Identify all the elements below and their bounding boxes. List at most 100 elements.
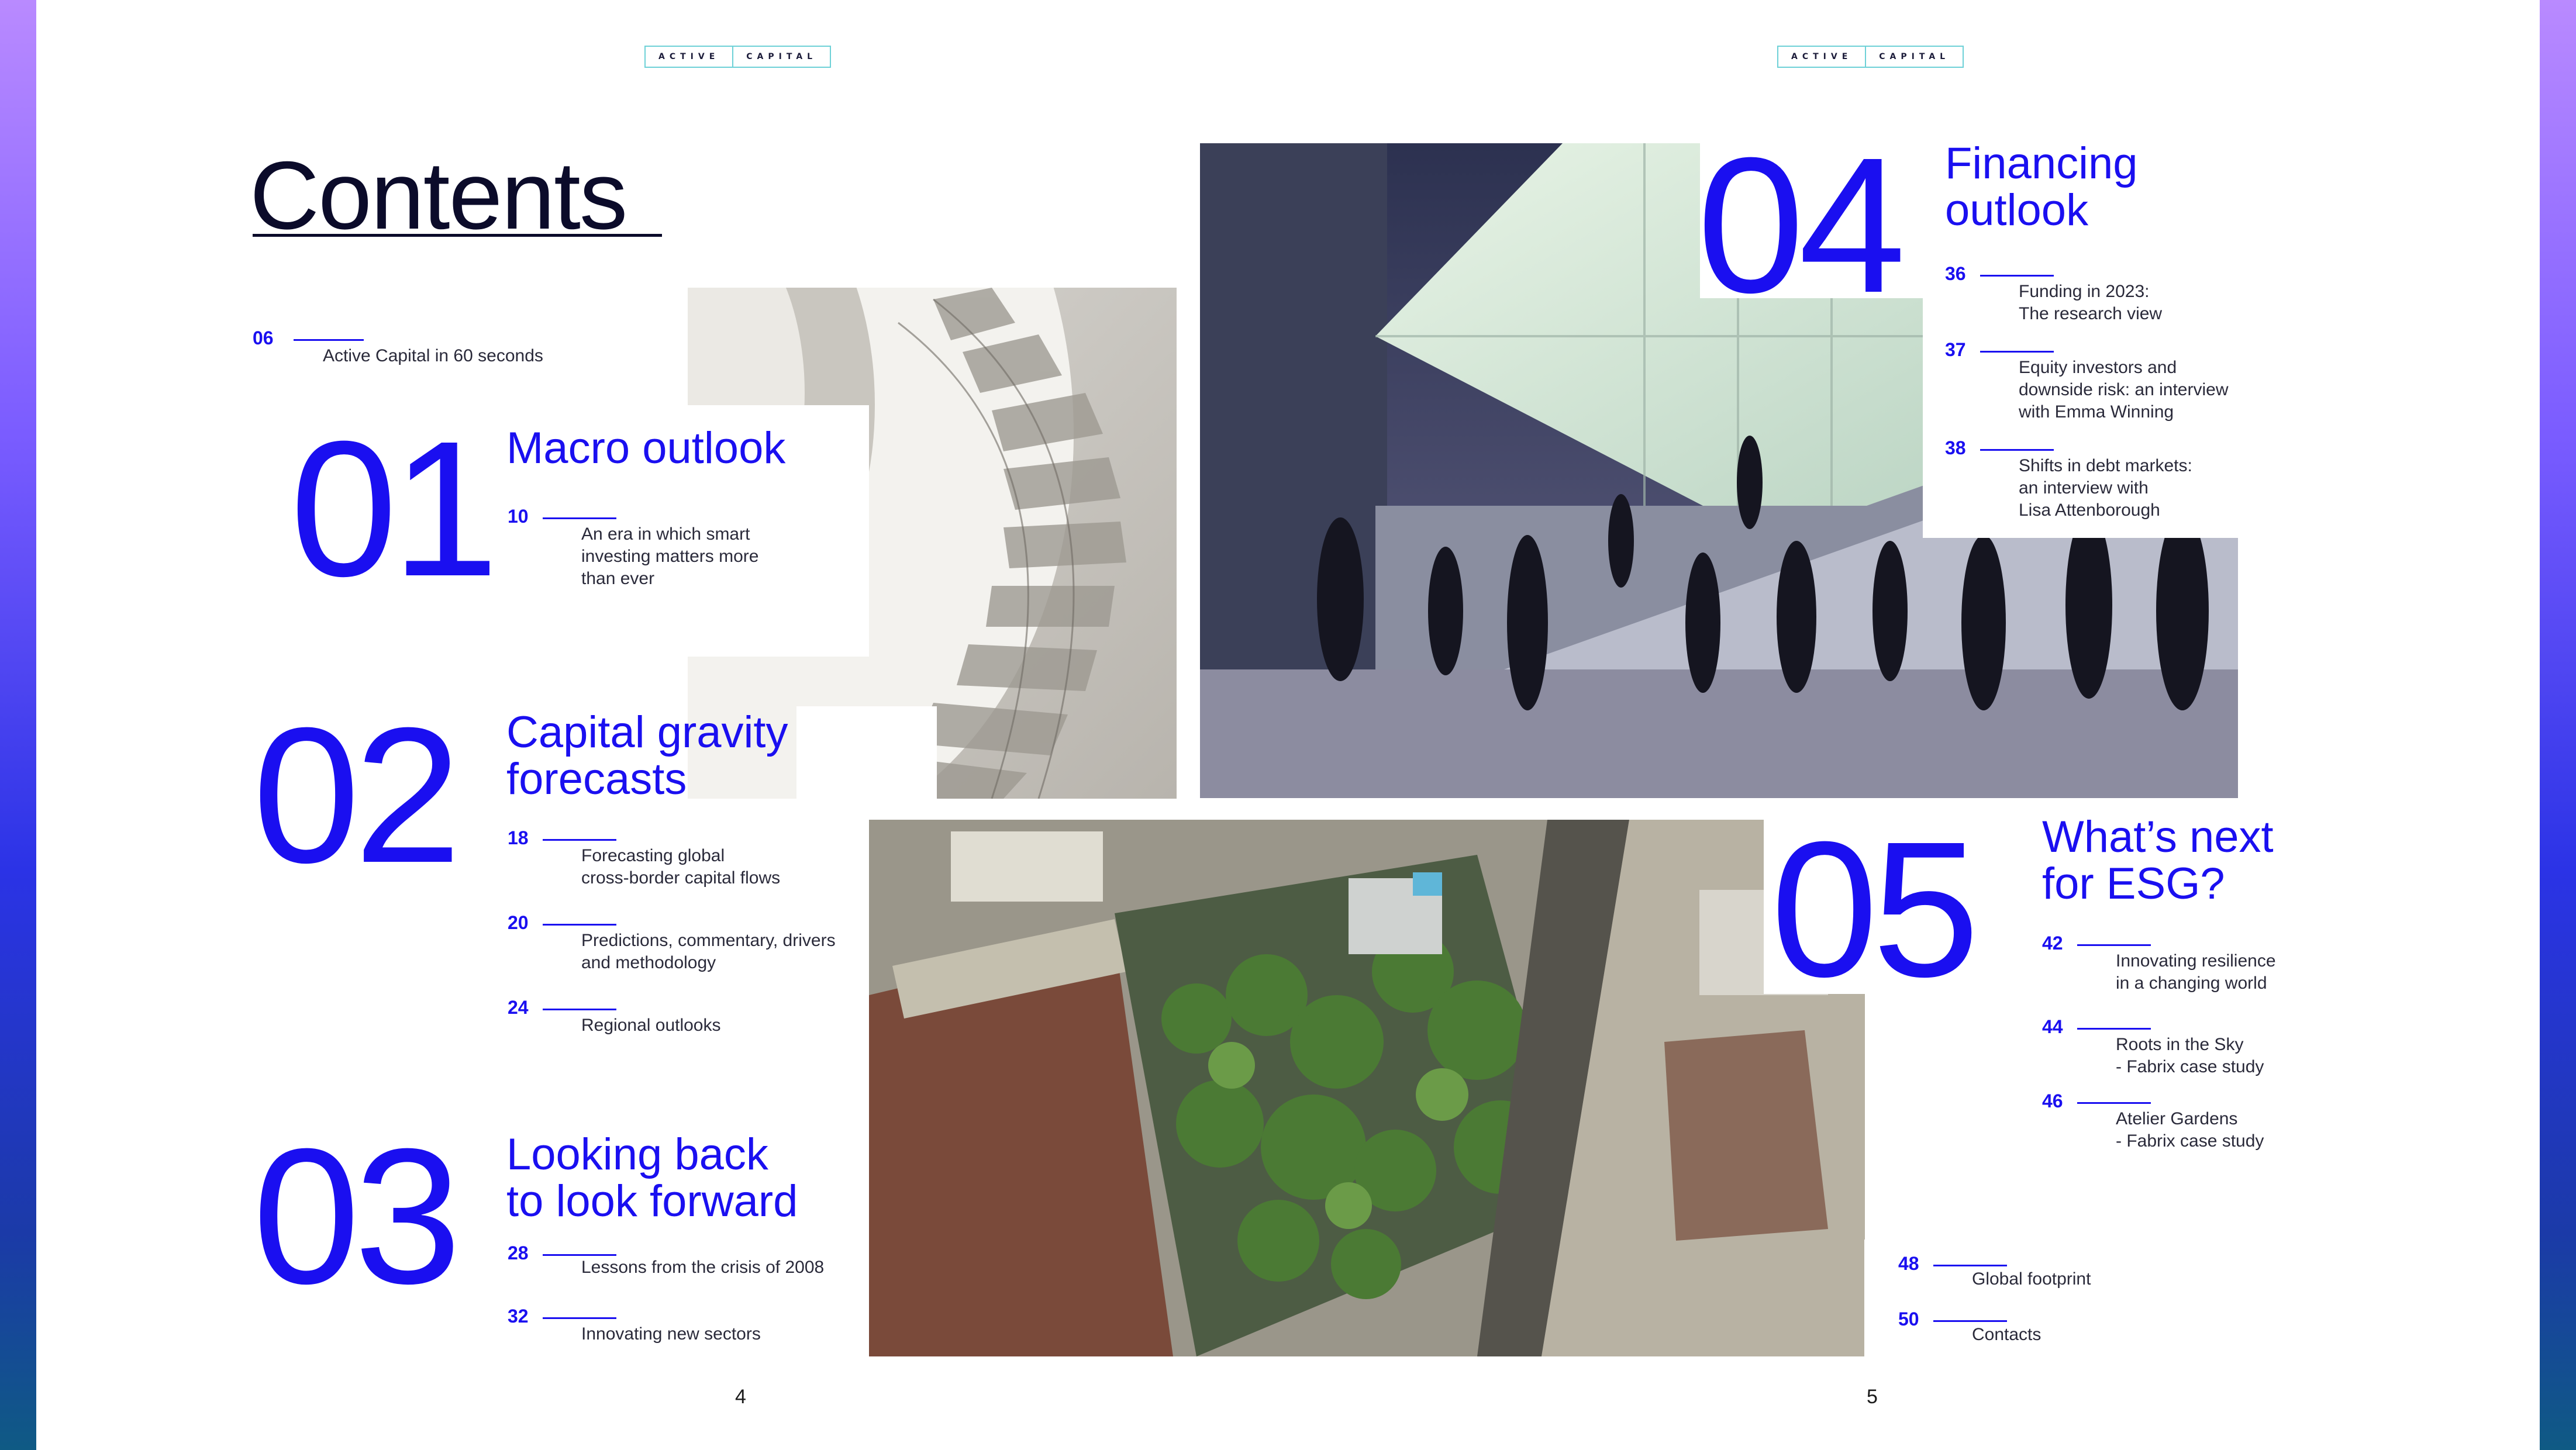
section-title-line: Looking back — [506, 1130, 768, 1179]
toc-line: - Fabrix case study — [2116, 1131, 2264, 1151]
toc-line: an interview with — [2019, 478, 2149, 498]
toc-page-number: 32 — [508, 1306, 529, 1327]
toc-entry-text: Innovating new sectors — [581, 1323, 761, 1345]
toc-page-number: 36 — [1945, 263, 1966, 284]
section-title-02[interactable]: Capital gravity forecasts — [506, 709, 788, 803]
section-title-line: Capital gravity — [506, 707, 788, 757]
toc-page-number: 48 — [1898, 1253, 1919, 1274]
toc-page-number: 18 — [508, 827, 529, 848]
section-number-05: 05 — [1771, 801, 1980, 1017]
section-number-04: 04 — [1697, 117, 1906, 333]
toc-entry-text: Regional outlooks — [581, 1014, 721, 1037]
toc-line: Funding in 2023: — [2019, 282, 2150, 301]
toc-line: Roots in the Sky — [2116, 1035, 2244, 1054]
toc-page-number: 44 — [2042, 1016, 2063, 1037]
toc-line: Atelier Gardens — [2116, 1109, 2238, 1128]
toc-rule — [1980, 449, 2054, 451]
brand-word-capital: CAPITAL — [732, 47, 830, 67]
toc-page-number: 38 — [1945, 437, 1966, 458]
brand-logo-right: ACTIVE CAPITAL — [1777, 46, 1964, 68]
toc-page-number: 10 — [508, 506, 529, 527]
section-title-04[interactable]: Financing outlook — [1945, 140, 2138, 234]
toc-entry-text: Global footprint — [1972, 1269, 2091, 1289]
toc-line: in a changing world — [2116, 973, 2267, 993]
toc-line: Shifts in debt markets: — [2019, 456, 2192, 475]
toc-rule — [2077, 1102, 2151, 1104]
section-number-03: 03 — [253, 1108, 461, 1324]
toc-rule — [1933, 1320, 2007, 1322]
extras-panel — [1864, 1240, 2320, 1386]
toc-rule — [1980, 275, 2054, 277]
toc-rule — [2077, 1028, 2151, 1030]
toc-entry-text: Active Capital in 60 seconds — [323, 346, 543, 365]
toc-line: Innovating new sectors — [581, 1324, 761, 1344]
title-underline — [253, 234, 662, 237]
toc-entry-text: Equity investors and downside risk: an i… — [2019, 357, 2229, 423]
toc-line: Regional outlooks — [581, 1016, 721, 1035]
toc-line: investing matters more — [581, 547, 759, 566]
toc-rule — [543, 839, 616, 841]
contents-spread: ACTIVE CAPITAL ACTIVE CAPITAL Contents 0… — [36, 0, 2540, 1450]
section-title-line: for ESG? — [2042, 858, 2225, 909]
section-number-02: 02 — [253, 687, 461, 903]
section-title-line: What’s next — [2042, 812, 2274, 862]
section-title-01[interactable]: Macro outlook — [506, 425, 785, 472]
section-title-line: Macro outlook — [506, 423, 786, 473]
section-title-line: outlook — [1945, 185, 2089, 235]
section-title-line: to look forward — [506, 1176, 798, 1226]
toc-line: - Fabrix case study — [2116, 1057, 2264, 1076]
toc-entry-text: Funding in 2023: The research view — [2019, 281, 2162, 325]
toc-line: Forecasting global — [581, 846, 725, 865]
toc-line: and methodology — [581, 953, 716, 972]
toc-rule — [1980, 351, 2054, 353]
section-title-03[interactable]: Looking back to look forward — [506, 1131, 798, 1225]
toc-line: Innovating resilience — [2116, 951, 2276, 971]
toc-line: than ever — [581, 569, 655, 588]
toc-rule — [294, 339, 364, 341]
toc-line: Lisa Attenborough — [2019, 500, 2160, 520]
brand-logo-left: ACTIVE CAPITAL — [644, 46, 832, 68]
toc-page-number: 24 — [508, 997, 529, 1018]
section-number-01: 01 — [290, 401, 499, 616]
toc-entry-text: Forecasting global cross-border capital … — [581, 845, 780, 889]
toc-rule — [543, 1317, 616, 1319]
toc-page-number: 50 — [1898, 1309, 1919, 1330]
section-title-05[interactable]: What’s next for ESG? — [2042, 814, 2274, 907]
toc-page-number: 46 — [2042, 1090, 2063, 1111]
toc-rule — [543, 1254, 616, 1256]
toc-entry-text: Shifts in debt markets: an interview wit… — [2019, 455, 2192, 522]
toc-rule — [543, 924, 616, 926]
toc-entry-text: Predictions, commentary, drivers and met… — [581, 930, 836, 974]
toc-page-number: 28 — [508, 1242, 529, 1263]
toc-rule — [543, 1009, 616, 1010]
toc-entry-text: Atelier Gardens - Fabrix case study — [2116, 1108, 2264, 1152]
toc-page-number: 06 — [253, 327, 274, 348]
toc-rule — [543, 517, 616, 519]
toc-entry-text: Contacts — [1972, 1325, 2042, 1344]
section-title-line: Financing — [1945, 139, 2138, 188]
toc-rule — [2077, 944, 2151, 946]
toc-line: The research view — [2019, 304, 2163, 323]
toc-page-number: 20 — [508, 912, 529, 933]
toc-page-number: 37 — [1945, 339, 1966, 360]
toc-rule — [1933, 1265, 2007, 1266]
toc-entry-text: Innovating resilience in a changing worl… — [2116, 950, 2276, 995]
page-number-right: 5 — [1867, 1386, 1878, 1408]
toc-entry-text: An era in which smart investing matters … — [581, 523, 758, 590]
toc-line: Lessons from the crisis of 2008 — [581, 1258, 825, 1277]
toc-entry-text: Lessons from the crisis of 2008 — [581, 1256, 824, 1279]
section-title-line: forecasts — [506, 754, 687, 804]
toc-entry-text: Roots in the Sky - Fabrix case study — [2116, 1034, 2264, 1078]
toc-line: cross-border capital flows — [581, 868, 781, 888]
brand-word-capital: CAPITAL — [1865, 47, 1963, 67]
toc-line: with Emma Winning — [2019, 402, 2174, 422]
toc-page-number: 42 — [2042, 933, 2063, 954]
brand-word-active: ACTIVE — [1791, 52, 1853, 61]
page-number-left: 4 — [735, 1386, 746, 1408]
section-02-label-panel — [796, 706, 937, 800]
green-rooftop-aerial-photo — [869, 820, 1865, 1356]
toc-line: downside risk: an interview — [2019, 380, 2229, 399]
brand-word-active: ACTIVE — [658, 52, 720, 61]
toc-line: Predictions, commentary, drivers — [581, 931, 836, 950]
toc-line: Equity investors and — [2019, 358, 2177, 377]
